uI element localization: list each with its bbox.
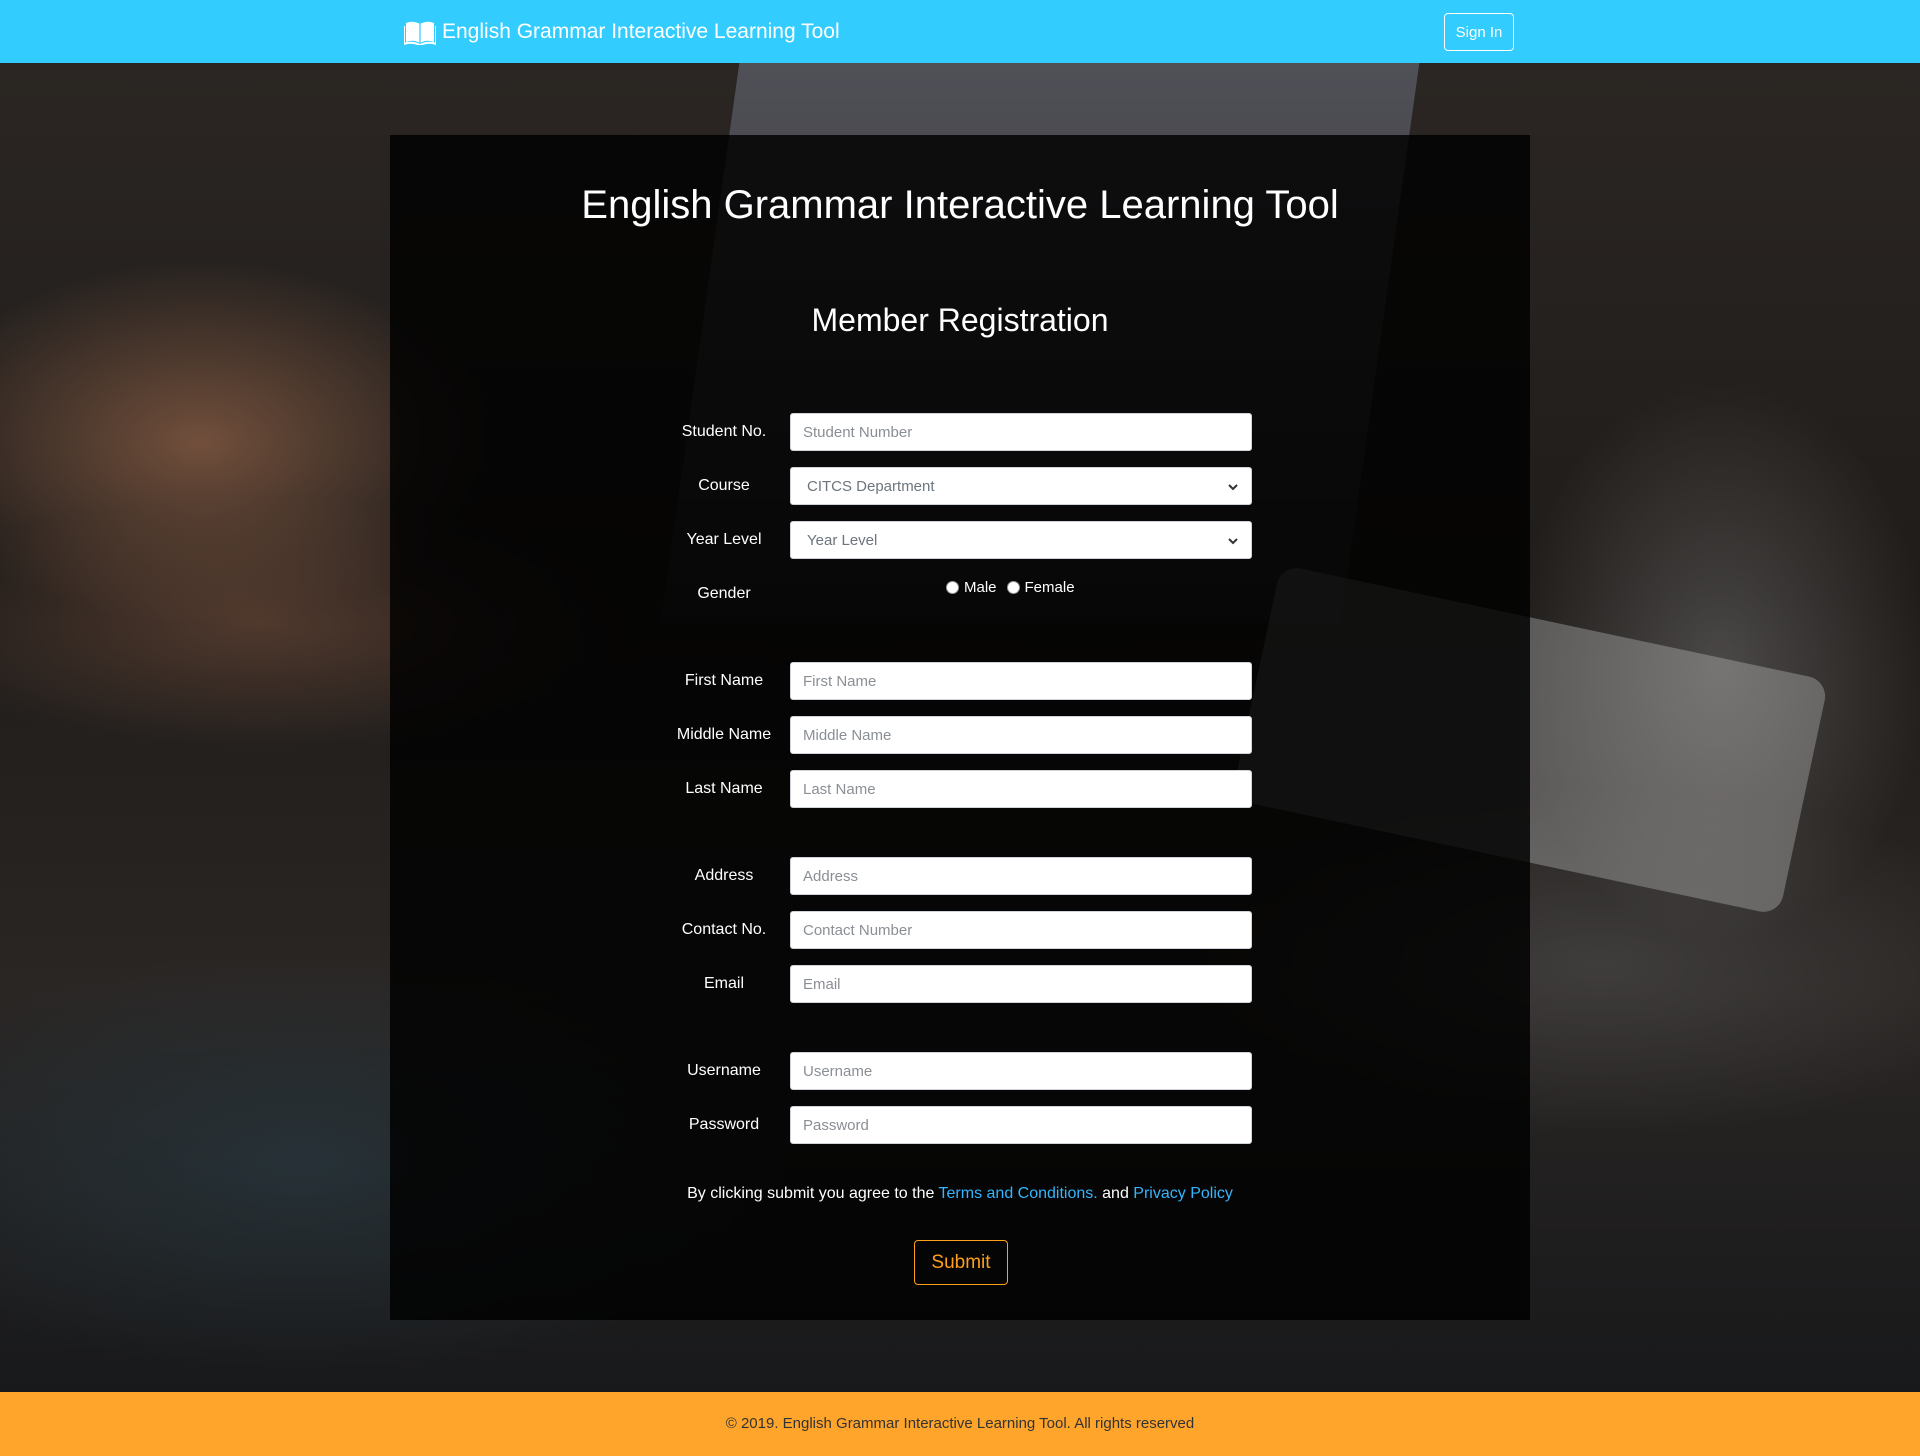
- year-level-select[interactable]: Year Level: [790, 521, 1252, 559]
- registration-card: English Grammar Interactive Learning Too…: [390, 135, 1530, 1320]
- contact-no-label: Contact No.: [681, 921, 767, 938]
- last-name-row: Last Name: [390, 770, 1530, 808]
- page-title: English Grammar Interactive Learning Too…: [581, 183, 1339, 227]
- email-row: Email: [390, 965, 1530, 1003]
- terms-prefix: By clicking submit you agree to the: [687, 1185, 939, 1202]
- student-no-label: Student No.: [681, 423, 767, 440]
- first-name-row: First Name: [390, 662, 1530, 700]
- username-row: Username: [390, 1052, 1530, 1090]
- gender-row: Gender Male Female: [390, 575, 1530, 613]
- terms-and-conditions-link[interactable]: Terms and Conditions.: [939, 1185, 1098, 1202]
- address-row: Address: [390, 857, 1530, 895]
- address-label: Address: [694, 867, 754, 884]
- terms-and: and: [1097, 1185, 1134, 1202]
- chevron-down-icon: [1227, 480, 1239, 492]
- chevron-down-icon: [1227, 534, 1239, 546]
- middle-name-label: Middle Name: [676, 726, 772, 743]
- address-input[interactable]: [790, 857, 1252, 895]
- first-name-label: First Name: [684, 672, 764, 689]
- sign-in-button[interactable]: Sign In: [1444, 13, 1514, 51]
- top-navbar: English Grammar Interactive Learning Too…: [0, 0, 1920, 63]
- course-row: Course CITCS Department: [390, 467, 1530, 505]
- footer-copyright: © 2019. English Grammar Interactive Lear…: [725, 1415, 1195, 1432]
- email-label: Email: [703, 975, 744, 992]
- gender-male-radio[interactable]: [946, 580, 959, 594]
- email-input[interactable]: [790, 965, 1252, 1003]
- contact-no-row: Contact No.: [390, 911, 1530, 949]
- last-name-input[interactable]: [790, 770, 1252, 808]
- password-label: Password: [688, 1116, 760, 1133]
- student-no-row: Student No.: [390, 413, 1530, 451]
- brand-label: English Grammar Interactive Learning Too…: [442, 20, 840, 43]
- first-name-input[interactable]: [790, 662, 1252, 700]
- username-label: Username: [687, 1062, 761, 1079]
- middle-name-input[interactable]: [790, 716, 1252, 754]
- student-number-input[interactable]: [790, 413, 1252, 451]
- gender-options: Male Female: [946, 575, 1085, 599]
- course-selected-value: CITCS Department: [807, 477, 935, 495]
- last-name-label: Last Name: [685, 780, 763, 797]
- privacy-policy-link[interactable]: Privacy Policy: [1133, 1185, 1233, 1202]
- terms-notice: By clicking submit you agree to the Term…: [390, 1185, 1530, 1203]
- year-level-row: Year Level Year Level: [390, 521, 1530, 559]
- gender-female-radio[interactable]: [1006, 580, 1020, 594]
- middle-name-row: Middle Name: [390, 716, 1530, 754]
- password-row: Password: [390, 1106, 1530, 1144]
- navbar-brand[interactable]: English Grammar Interactive Learning Too…: [403, 18, 840, 47]
- page-footer: © 2019. English Grammar Interactive Lear…: [0, 1392, 1920, 1456]
- username-input[interactable]: [790, 1052, 1252, 1090]
- submit-button[interactable]: Submit: [914, 1240, 1008, 1285]
- gender-label: Gender: [697, 585, 751, 602]
- gender-female-label[interactable]: Female: [1025, 579, 1075, 596]
- password-input[interactable]: [790, 1106, 1252, 1144]
- form-subtitle: Member Registration: [811, 302, 1109, 338]
- gender-male-label[interactable]: Male: [964, 579, 997, 596]
- course-label: Course: [698, 477, 750, 494]
- course-select[interactable]: CITCS Department: [790, 467, 1252, 505]
- open-book-icon: [403, 19, 437, 47]
- year-level-label: Year Level: [686, 531, 762, 548]
- contact-number-input[interactable]: [790, 911, 1252, 949]
- year-level-selected-value: Year Level: [807, 531, 878, 549]
